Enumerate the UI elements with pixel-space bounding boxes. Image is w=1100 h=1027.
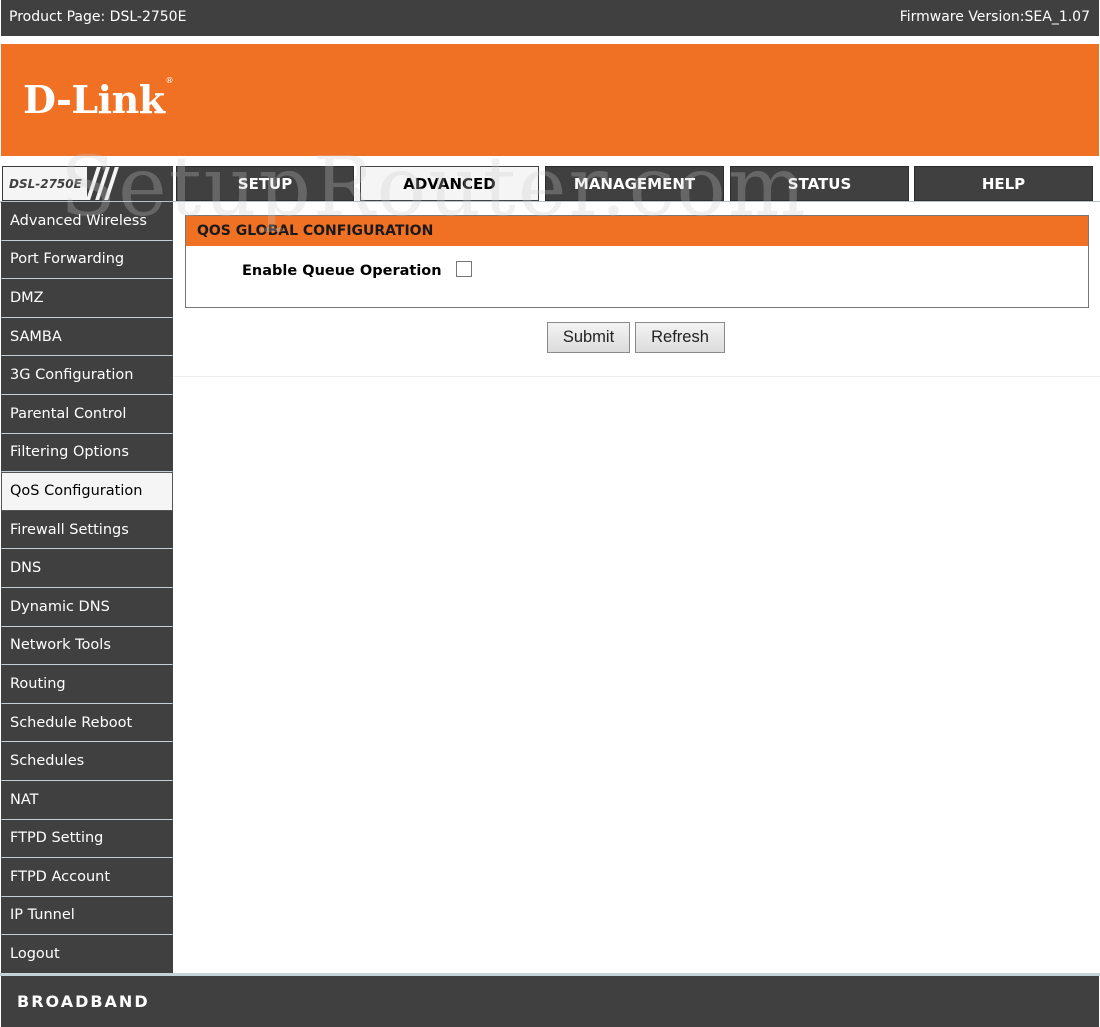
refresh-button[interactable]: Refresh (635, 322, 725, 353)
sidebar-item-parental-control[interactable]: Parental Control (1, 394, 173, 434)
sidebar-item-samba[interactable]: SAMBA (1, 317, 173, 357)
logo-text: D-Link (23, 77, 165, 122)
sidebar-item-qos-configuration[interactable]: QoS Configuration (1, 472, 173, 511)
tab-label: MANAGEMENT (573, 174, 696, 193)
sidebar-item-3g-configuration[interactable]: 3G Configuration (1, 356, 173, 395)
tab-label: SETUP (237, 174, 293, 193)
sidebar-item-filtering-options[interactable]: Filtering Options (1, 433, 173, 473)
sidebar-item-advanced-wireless[interactable]: Advanced Wireless (1, 202, 173, 241)
sidebar-item-dynamic-dns[interactable]: Dynamic DNS (1, 587, 173, 627)
sidebar-item-port-forwarding[interactable]: Port Forwarding (1, 240, 173, 280)
qos-global-config-panel: QOS GLOBAL CONFIGURATION Enable Queue Op… (185, 215, 1089, 308)
submit-button[interactable]: Submit (547, 322, 630, 353)
tab-label: ADVANCED (403, 174, 496, 193)
tab-label: HELP (981, 174, 1026, 193)
top-info-bar: Product Page: DSL-2750E Firmware Version… (1, 0, 1099, 36)
sidebar-item-logout[interactable]: Logout (1, 935, 173, 974)
sidebar-item-nat[interactable]: NAT (1, 780, 173, 820)
brand-banner: D-Link® (1, 44, 1099, 156)
panel-title: QOS GLOBAL CONFIGURATION (186, 216, 1088, 246)
tab-advanced[interactable]: ADVANCED (360, 166, 539, 201)
sidebar-item-ftpd-setting[interactable]: FTPD Setting (1, 819, 173, 859)
sidebar-item-firewall-settings[interactable]: Firewall Settings (1, 510, 173, 550)
tab-setup[interactable]: SETUP (176, 166, 354, 201)
main-nav-tabs: DSL-2750E SETUP ADVANCED MANAGEMENT STAT… (0, 165, 1100, 202)
tab-label: STATUS (787, 174, 852, 193)
tab-status[interactable]: STATUS (730, 166, 909, 201)
sidebar-item-network-tools[interactable]: Network Tools (1, 626, 173, 666)
sidebar-item-schedules[interactable]: Schedules (1, 742, 173, 781)
dlink-logo: D-Link® (23, 76, 174, 122)
product-page-label: Product Page: DSL-2750E (9, 9, 187, 25)
footer: BROADBAND (1, 976, 1099, 1027)
sidebar-item-ftpd-account[interactable]: FTPD Account (1, 858, 173, 897)
sidebar-item-routing[interactable]: Routing (1, 665, 173, 704)
sidebar-item-dmz[interactable]: DMZ (1, 279, 173, 318)
enable-queue-label: Enable Queue Operation (242, 263, 442, 279)
content-divider (173, 376, 1100, 377)
sidebar-item-ip-tunnel[interactable]: IP Tunnel (1, 896, 173, 936)
main-content: QOS GLOBAL CONFIGURATION Enable Queue Op… (173, 202, 1100, 975)
enable-queue-checkbox[interactable] (455, 260, 472, 277)
registered-mark-icon: ® (165, 76, 174, 86)
sidebar: Advanced Wireless Port Forwarding DMZ SA… (1, 202, 173, 974)
sidebar-item-dns[interactable]: DNS (1, 549, 173, 588)
sidebar-item-schedule-reboot[interactable]: Schedule Reboot (1, 703, 173, 743)
enable-queue-row: Enable Queue Operation (242, 260, 472, 279)
model-badge: DSL-2750E (2, 166, 173, 201)
model-label: DSL-2750E (9, 177, 82, 191)
broadband-label: BROADBAND (17, 992, 150, 1011)
tab-management[interactable]: MANAGEMENT (545, 166, 724, 201)
tab-help[interactable]: HELP (914, 166, 1093, 201)
firmware-version-label: Firmware Version:SEA_1.07 (899, 9, 1090, 25)
